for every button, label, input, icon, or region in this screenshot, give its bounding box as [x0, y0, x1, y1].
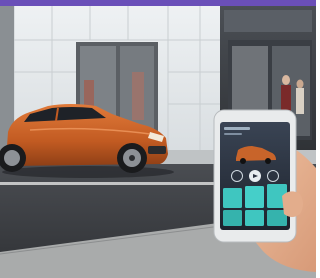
street-scene-photo	[0, 0, 316, 278]
smartphone	[213, 109, 303, 243]
app-tiles	[223, 184, 287, 226]
top-band	[0, 0, 316, 6]
